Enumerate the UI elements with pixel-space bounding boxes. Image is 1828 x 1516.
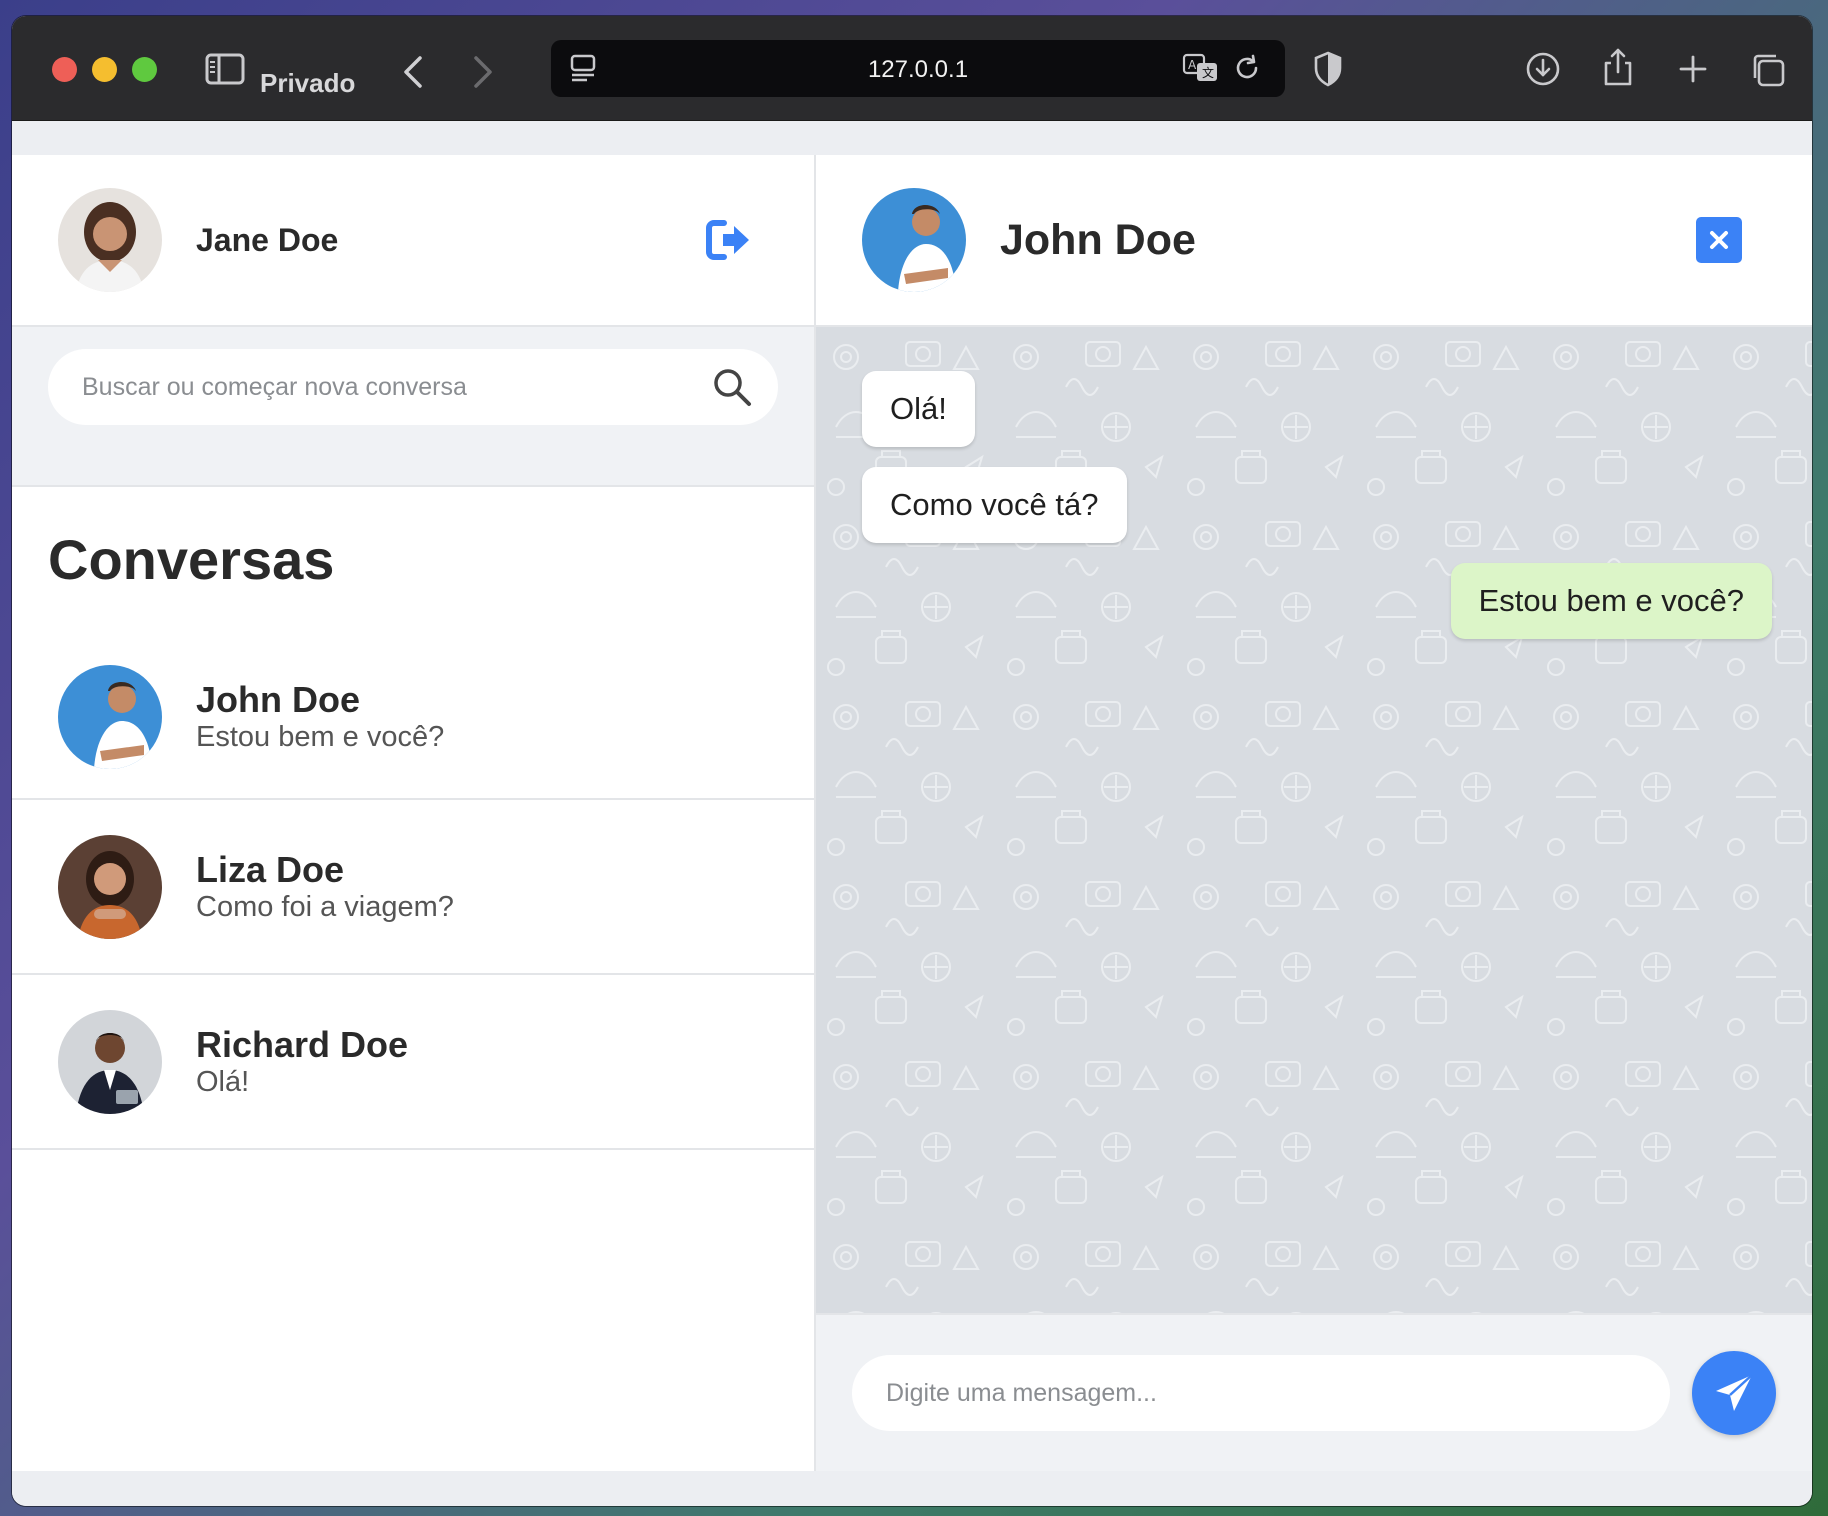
conversation-last-message: Olá!	[196, 1065, 250, 1098]
message-input[interactable]	[886, 1378, 1636, 1408]
message-composer	[816, 1313, 1812, 1471]
sidebar-toggle-icon[interactable]	[205, 52, 245, 86]
message-input-box	[852, 1355, 1670, 1431]
conversation-text: Liza Doe Como foi a viagem?	[196, 848, 454, 924]
private-mode-label[interactable]: Privado	[260, 68, 355, 99]
share-icon[interactable]	[1600, 46, 1636, 88]
minimize-window-button[interactable]	[92, 57, 117, 82]
contact-avatar	[58, 664, 162, 769]
translate-icon[interactable]: A文	[1181, 52, 1221, 84]
user-name: Jane Doe	[196, 221, 339, 258]
profile-header: Jane Doe	[12, 155, 814, 327]
forward-icon[interactable]	[468, 54, 498, 90]
conversation-last-message: Estou bem e você?	[196, 720, 445, 753]
shield-icon[interactable]	[1312, 50, 1344, 88]
search-input[interactable]	[82, 372, 702, 402]
svg-text:文: 文	[1202, 65, 1214, 80]
search-area	[12, 327, 814, 487]
close-icon	[1710, 231, 1728, 249]
search-icon[interactable]	[712, 367, 752, 407]
logout-icon	[706, 220, 749, 260]
conversations-title: Conversas	[48, 528, 335, 591]
reload-icon[interactable]	[1231, 52, 1263, 84]
new-tab-icon[interactable]	[1674, 50, 1712, 88]
outgoing-message[interactable]: Estou bem e você?	[1450, 563, 1772, 639]
search-box	[48, 349, 778, 425]
address-bar[interactable]: 127.0.0.1 A文	[551, 40, 1285, 97]
back-icon[interactable]	[398, 54, 428, 90]
tab-overview-icon[interactable]	[1748, 50, 1788, 90]
user-avatar[interactable]	[58, 188, 162, 292]
conversation-item[interactable]: John Doe Estou bem e você?	[12, 635, 814, 800]
chat-header: John Doe	[816, 155, 1812, 327]
conversation-item[interactable]: Richard Doe Olá!	[12, 975, 814, 1150]
conversation-last-message: Como foi a viagem?	[196, 890, 454, 923]
close-chat-button[interactable]	[1696, 217, 1742, 263]
contact-avatar	[58, 1009, 162, 1114]
download-icon[interactable]	[1524, 50, 1562, 88]
message-area[interactable]: Olá! Como você tá? Estou bem e você?	[816, 327, 1812, 1313]
conversation-text: John Doe Estou bem e você?	[196, 678, 445, 754]
chat-panel: John Doe Olá! Como você tá? Estou bem e …	[816, 155, 1812, 1471]
conversation-name: Liza Doe	[196, 848, 345, 890]
send-icon	[1716, 1374, 1753, 1411]
incoming-message[interactable]: Como você tá?	[862, 467, 1127, 543]
url-text: 127.0.0.1	[867, 56, 969, 83]
svg-text:A: A	[1188, 58, 1197, 72]
window-bottom-edge	[12, 1471, 1812, 1506]
incoming-message[interactable]: Olá!	[862, 371, 975, 447]
message-row: Como você tá?	[862, 467, 1766, 543]
contact-avatar	[58, 834, 162, 939]
message-row: Estou bem e você?	[862, 563, 1772, 639]
logout-button[interactable]	[704, 215, 754, 265]
conversation-item[interactable]: Liza Doe Como foi a viagem?	[12, 800, 814, 975]
conversation-text: Richard Doe Olá!	[196, 1023, 409, 1099]
conversation-name: Richard Doe	[196, 1023, 409, 1065]
chat-app: Jane Doe Conversas	[12, 155, 1812, 1471]
conversation-list: John Doe Estou bem e você? Liza Doe Como…	[12, 635, 814, 1150]
conversations-panel: Jane Doe Conversas	[12, 155, 816, 1471]
send-button[interactable]	[1692, 1351, 1776, 1435]
chat-contact-avatar[interactable]	[862, 188, 966, 292]
zoom-window-button[interactable]	[132, 57, 157, 82]
browser-toolbar: Privado 127.0.0.1 A文	[12, 16, 1812, 121]
close-window-button[interactable]	[52, 57, 77, 82]
chat-contact-name: John Doe	[1000, 215, 1196, 264]
message-row: Olá!	[862, 371, 1766, 447]
conversation-name: John Doe	[196, 678, 361, 720]
browser-window: Privado 127.0.0.1 A文 Jane Doe Buscar ou …	[12, 16, 1812, 1506]
